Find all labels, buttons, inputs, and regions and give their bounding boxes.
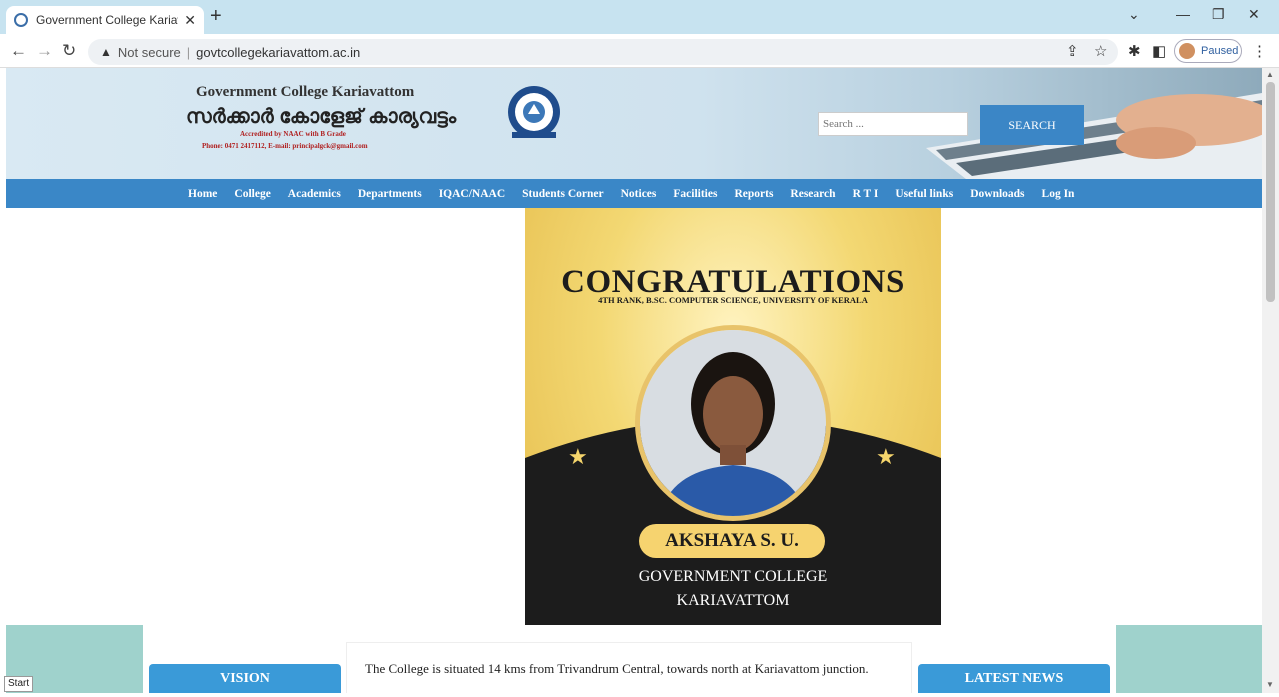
- tab-title: Government College Kariavattom: [36, 13, 178, 27]
- start-status-label: Start: [4, 676, 34, 692]
- extensions-puzzle-icon[interactable]: ✱: [1128, 42, 1141, 60]
- bookmark-star-icon[interactable]: ☆: [1094, 42, 1107, 60]
- scroll-down-icon[interactable]: ▼: [1266, 680, 1274, 689]
- star-right-icon: ★: [876, 444, 896, 469]
- close-tab-icon[interactable]: ✕: [184, 12, 196, 29]
- close-window-icon[interactable]: ✕: [1248, 6, 1260, 23]
- forward-arrow-icon[interactable]: →: [36, 41, 53, 61]
- back-arrow-icon[interactable]: ←: [10, 41, 27, 61]
- address-separator: |: [186, 44, 191, 60]
- search-input[interactable]: [818, 112, 968, 136]
- nav-item-notices[interactable]: Notices: [621, 188, 657, 200]
- nav-item-students-corner[interactable]: Students Corner: [522, 188, 603, 200]
- nav-item-departments[interactable]: Departments: [358, 188, 422, 200]
- search-button[interactable]: SEARCH: [980, 105, 1084, 145]
- restore-icon[interactable]: ❐: [1212, 6, 1225, 23]
- college-emblem-icon[interactable]: [502, 84, 566, 142]
- scrollbar-thumb[interactable]: [1266, 82, 1275, 302]
- web-page: Government College Kariavattom സർക്കാർ ക…: [0, 68, 1262, 693]
- nav-item-log-in[interactable]: Log In: [1042, 188, 1075, 200]
- accreditation-text: Accredited by NAAC with B Grade: [240, 130, 346, 138]
- contact-text: Phone: 0471 2417112, E-mail: principalgc…: [202, 142, 368, 150]
- browser-toolbar: ← → ↻ ▲ Not secure | govtcollegekariavat…: [0, 34, 1279, 68]
- nav-item-college[interactable]: College: [234, 188, 270, 200]
- new-tab-button[interactable]: +: [210, 6, 222, 26]
- reload-icon[interactable]: ↻: [62, 41, 76, 61]
- profile-button[interactable]: Paused: [1174, 39, 1242, 63]
- banner-college-line2: KARIAVATTOM: [676, 592, 790, 609]
- banner-subheadline: 4TH RANK, B.SC. COMPUTER SCIENCE, UNIVER…: [598, 295, 868, 305]
- profile-status-label: Paused: [1201, 45, 1239, 57]
- address-bar[interactable]: ▲ Not secure | govtcollegekariavattom.ac…: [88, 39, 1118, 65]
- side-panel-icon[interactable]: ◧: [1152, 42, 1166, 60]
- avatar: [1179, 43, 1195, 59]
- banner-college-line1: GOVERNMENT COLLEGE: [638, 568, 828, 585]
- nav-item-reports[interactable]: Reports: [734, 188, 773, 200]
- nav-item-home[interactable]: Home: [188, 188, 217, 200]
- page-scrollbar[interactable]: ▲ ▼: [1262, 68, 1279, 693]
- url-text: govtcollegekariavattom.ac.in: [196, 44, 361, 60]
- vision-section-header[interactable]: VISION: [149, 664, 341, 693]
- site-header: Government College Kariavattom സർക്കാർ ക…: [6, 68, 1262, 179]
- college-name-heading: Government College Kariavattom: [196, 84, 415, 100]
- tab-search-icon[interactable]: ⌄: [1128, 6, 1140, 23]
- minimize-icon[interactable]: —: [1176, 6, 1190, 22]
- site-favicon-icon: [14, 13, 28, 27]
- security-status: Not secure: [117, 44, 181, 60]
- nav-item-academics[interactable]: Academics: [288, 188, 341, 200]
- nav-item-facilities[interactable]: Facilities: [673, 188, 717, 200]
- latest-news-header[interactable]: LATEST NEWS: [918, 664, 1110, 693]
- student-photo: [635, 325, 831, 521]
- college-name-malayalam: സർക്കാർ കോളേജ് കാര്യവട്ടം: [186, 106, 457, 128]
- nav-item-rti[interactable]: R T I: [853, 188, 879, 200]
- nav-item-downloads[interactable]: Downloads: [970, 188, 1024, 200]
- share-icon[interactable]: ⇪: [1066, 42, 1079, 60]
- nav-item-iqac-naac[interactable]: IQAC/NAAC: [439, 188, 505, 200]
- main-navigation: Home College Academics Departments IQAC/…: [6, 179, 1262, 208]
- nav-item-useful-links[interactable]: Useful links: [895, 188, 953, 200]
- nav-item-research[interactable]: Research: [790, 188, 835, 200]
- warning-icon: ▲: [100, 45, 112, 59]
- browser-tab-strip: Government College Kariavattom ✕ + ⌄ — ❐…: [0, 0, 1279, 34]
- about-paragraph: The College is situated 14 kms from Triv…: [365, 661, 869, 676]
- congratulations-banner[interactable]: CONGRATULATIONS 4TH RANK, B.SC. COMPUTER…: [525, 208, 941, 625]
- menu-kebab-icon[interactable]: ⋮: [1252, 42, 1267, 60]
- scroll-up-icon[interactable]: ▲: [1266, 70, 1274, 79]
- about-college-text: The College is situated 14 kms from Triv…: [346, 642, 912, 693]
- star-left-icon: ★: [568, 444, 588, 469]
- browser-tab[interactable]: Government College Kariavattom ✕: [6, 6, 204, 34]
- student-name: AKSHAYA S. U.: [639, 524, 825, 558]
- decorative-pattern-right: [1116, 625, 1262, 693]
